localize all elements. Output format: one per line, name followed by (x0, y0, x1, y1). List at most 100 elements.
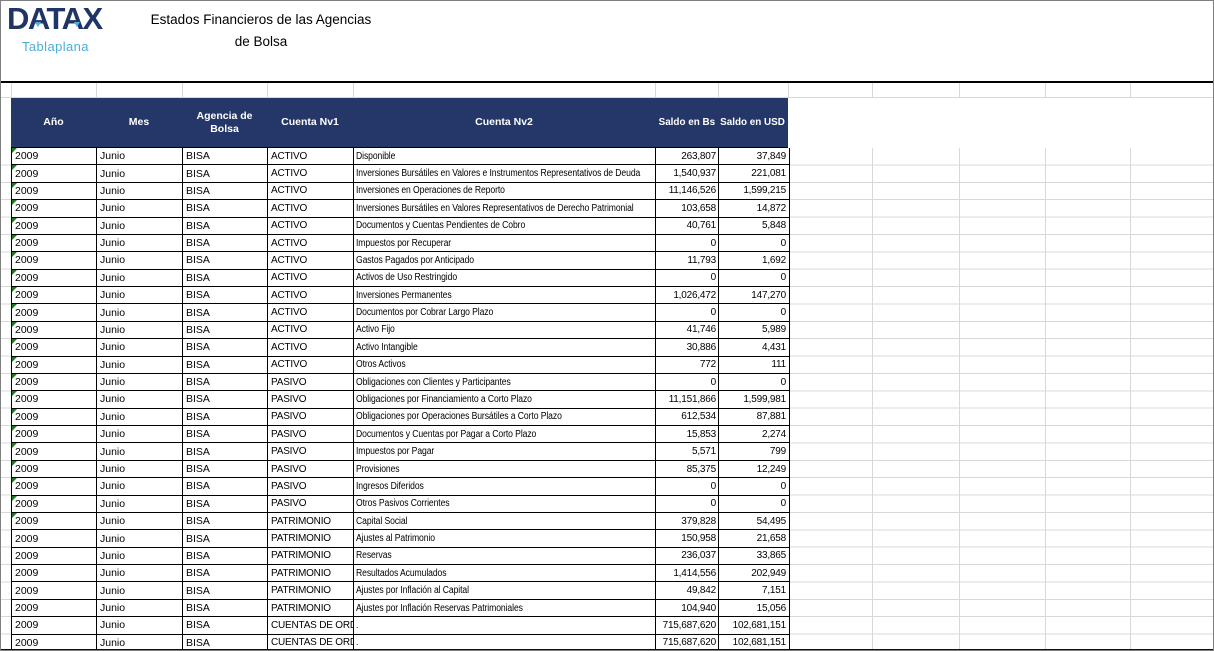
cell-mes[interactable]: Junio (97, 548, 183, 564)
cell-usd[interactable]: 1,599,215 (719, 183, 789, 199)
cell-bs[interactable]: 104,940 (656, 600, 719, 616)
cell-bs[interactable]: 103,658 (656, 200, 719, 216)
cell-nv2[interactable]: Capital Social (354, 513, 656, 529)
cell-bs[interactable]: 11,793 (656, 252, 719, 268)
cell-nv2[interactable]: Ajustes por Inflación al Capital (354, 582, 656, 598)
cell-nv1[interactable]: ACTIVO (268, 218, 354, 234)
cell-nv2[interactable]: Obligaciones por Financiamiento a Corto … (354, 391, 656, 407)
cell-bs[interactable]: 715,687,620 (656, 617, 719, 633)
cell-nv1[interactable]: PASIVO (268, 374, 354, 390)
cell-mes[interactable]: Junio (97, 426, 183, 442)
cell-usd[interactable]: 2,274 (719, 426, 789, 442)
cell-ano[interactable]: 2009 (12, 530, 97, 546)
cell-mes[interactable]: Junio (97, 565, 183, 581)
cell-ano[interactable]: 2009 (12, 218, 97, 234)
cell-nv1[interactable]: PATRIMONIO (268, 513, 354, 529)
cell-bs[interactable]: 236,037 (656, 548, 719, 564)
cell-agencia[interactable]: BISA (183, 218, 268, 234)
column-header-saldo-usd[interactable]: Saldo en USD (718, 98, 788, 147)
cell-usd[interactable]: 0 (719, 270, 789, 286)
cell-usd[interactable]: 37,849 (719, 148, 789, 164)
cell-nv2[interactable]: Activo Fijo (354, 322, 656, 338)
cell-agencia[interactable]: BISA (183, 339, 268, 355)
sheet-grid[interactable]: 2009JunioBISAACTIVODisponible263,80737,8… (1, 148, 1213, 651)
cell-usd[interactable]: 1,692 (719, 252, 789, 268)
cell-mes[interactable]: Junio (97, 478, 183, 494)
cell-nv2[interactable]: . (354, 617, 656, 633)
cell-nv2[interactable]: Documentos y Cuentas Pendientes de Cobro (354, 218, 656, 234)
cell-nv1[interactable]: ACTIVO (268, 339, 354, 355)
cell-mes[interactable]: Junio (97, 148, 183, 164)
cell-ano[interactable]: 2009 (12, 287, 97, 303)
cell-bs[interactable]: 1,026,472 (656, 287, 719, 303)
cell-bs[interactable]: 1,414,556 (656, 565, 719, 581)
cell-bs[interactable]: 1,540,937 (656, 165, 719, 181)
cell-bs[interactable]: 0 (656, 235, 719, 251)
cell-mes[interactable]: Junio (97, 513, 183, 529)
cell-bs[interactable]: 30,886 (656, 339, 719, 355)
cell-nv2[interactable]: Inversiones Bursátiles en Valores Repres… (354, 200, 656, 216)
cell-ano[interactable]: 2009 (12, 183, 97, 199)
cell-nv1[interactable]: ACTIVO (268, 270, 354, 286)
column-header-cuenta-nv1[interactable]: Cuenta Nv1 (267, 98, 353, 147)
cell-nv2[interactable]: Activos de Uso Restringido (354, 270, 656, 286)
cell-nv1[interactable]: PASIVO (268, 409, 354, 425)
cell-usd[interactable]: 0 (719, 478, 789, 494)
cell-agencia[interactable]: BISA (183, 235, 268, 251)
cell-agencia[interactable]: BISA (183, 617, 268, 633)
cell-ano[interactable]: 2009 (12, 582, 97, 598)
cell-mes[interactable]: Junio (97, 582, 183, 598)
cell-agencia[interactable]: BISA (183, 270, 268, 286)
cell-nv2[interactable]: Activo Intangible (354, 339, 656, 355)
cell-ano[interactable]: 2009 (12, 443, 97, 459)
cell-nv1[interactable]: PASIVO (268, 426, 354, 442)
cell-nv1[interactable]: PASIVO (268, 391, 354, 407)
cell-mes[interactable]: Junio (97, 461, 183, 477)
cell-mes[interactable]: Junio (97, 496, 183, 512)
cell-bs[interactable]: 772 (656, 357, 719, 373)
cell-agencia[interactable]: BISA (183, 426, 268, 442)
cell-nv1[interactable]: PATRIMONIO (268, 565, 354, 581)
cell-agencia[interactable]: BISA (183, 530, 268, 546)
cell-mes[interactable]: Junio (97, 304, 183, 320)
cell-ano[interactable]: 2009 (12, 391, 97, 407)
cell-nv2[interactable]: Inversiones Bursátiles en Valores e Inst… (354, 165, 656, 181)
cell-nv1[interactable]: CUENTAS DE ORDE (268, 617, 354, 633)
cell-mes[interactable]: Junio (97, 235, 183, 251)
cell-usd[interactable]: 0 (719, 235, 789, 251)
cell-usd[interactable]: 54,495 (719, 513, 789, 529)
cell-nv2[interactable]: Documentos por Cobrar Largo Plazo (354, 304, 656, 320)
cell-nv2[interactable]: Inversiones Permanentes (354, 287, 656, 303)
cell-nv1[interactable]: ACTIVO (268, 183, 354, 199)
cell-agencia[interactable]: BISA (183, 443, 268, 459)
cell-agencia[interactable]: BISA (183, 565, 268, 581)
cell-nv2[interactable]: Resultados Acumulados (354, 565, 656, 581)
cell-nv2[interactable]: Reservas (354, 548, 656, 564)
cell-bs[interactable]: 49,842 (656, 582, 719, 598)
cell-usd[interactable]: 14,872 (719, 200, 789, 216)
cell-nv2[interactable]: Obligaciones por Operaciones Bursátiles … (354, 409, 656, 425)
cell-ano[interactable]: 2009 (12, 513, 97, 529)
cell-mes[interactable]: Junio (97, 391, 183, 407)
column-header-mes[interactable]: Mes (96, 98, 182, 147)
cell-nv1[interactable]: ACTIVO (268, 200, 354, 216)
cell-agencia[interactable]: BISA (183, 183, 268, 199)
cell-mes[interactable]: Junio (97, 339, 183, 355)
cell-bs[interactable]: 263,807 (656, 148, 719, 164)
cell-ano[interactable]: 2009 (12, 617, 97, 633)
cell-nv2[interactable]: Otros Activos (354, 357, 656, 373)
cell-ano[interactable]: 2009 (12, 165, 97, 181)
cell-ano[interactable]: 2009 (12, 548, 97, 564)
cell-mes[interactable]: Junio (97, 252, 183, 268)
cell-bs[interactable]: 0 (656, 496, 719, 512)
cell-nv2[interactable]: Disponible (354, 148, 656, 164)
cell-nv1[interactable]: ACTIVO (268, 304, 354, 320)
cell-nv1[interactable]: ACTIVO (268, 148, 354, 164)
cell-nv2[interactable]: Otros Pasivos Corrientes (354, 496, 656, 512)
cell-mes[interactable]: Junio (97, 617, 183, 633)
cell-ano[interactable]: 2009 (12, 200, 97, 216)
cell-agencia[interactable]: BISA (183, 582, 268, 598)
cell-bs[interactable]: 150,958 (656, 530, 719, 546)
cell-nv2[interactable]: Inversiones en Operaciones de Reporto (354, 183, 656, 199)
cell-nv1[interactable]: PASIVO (268, 496, 354, 512)
